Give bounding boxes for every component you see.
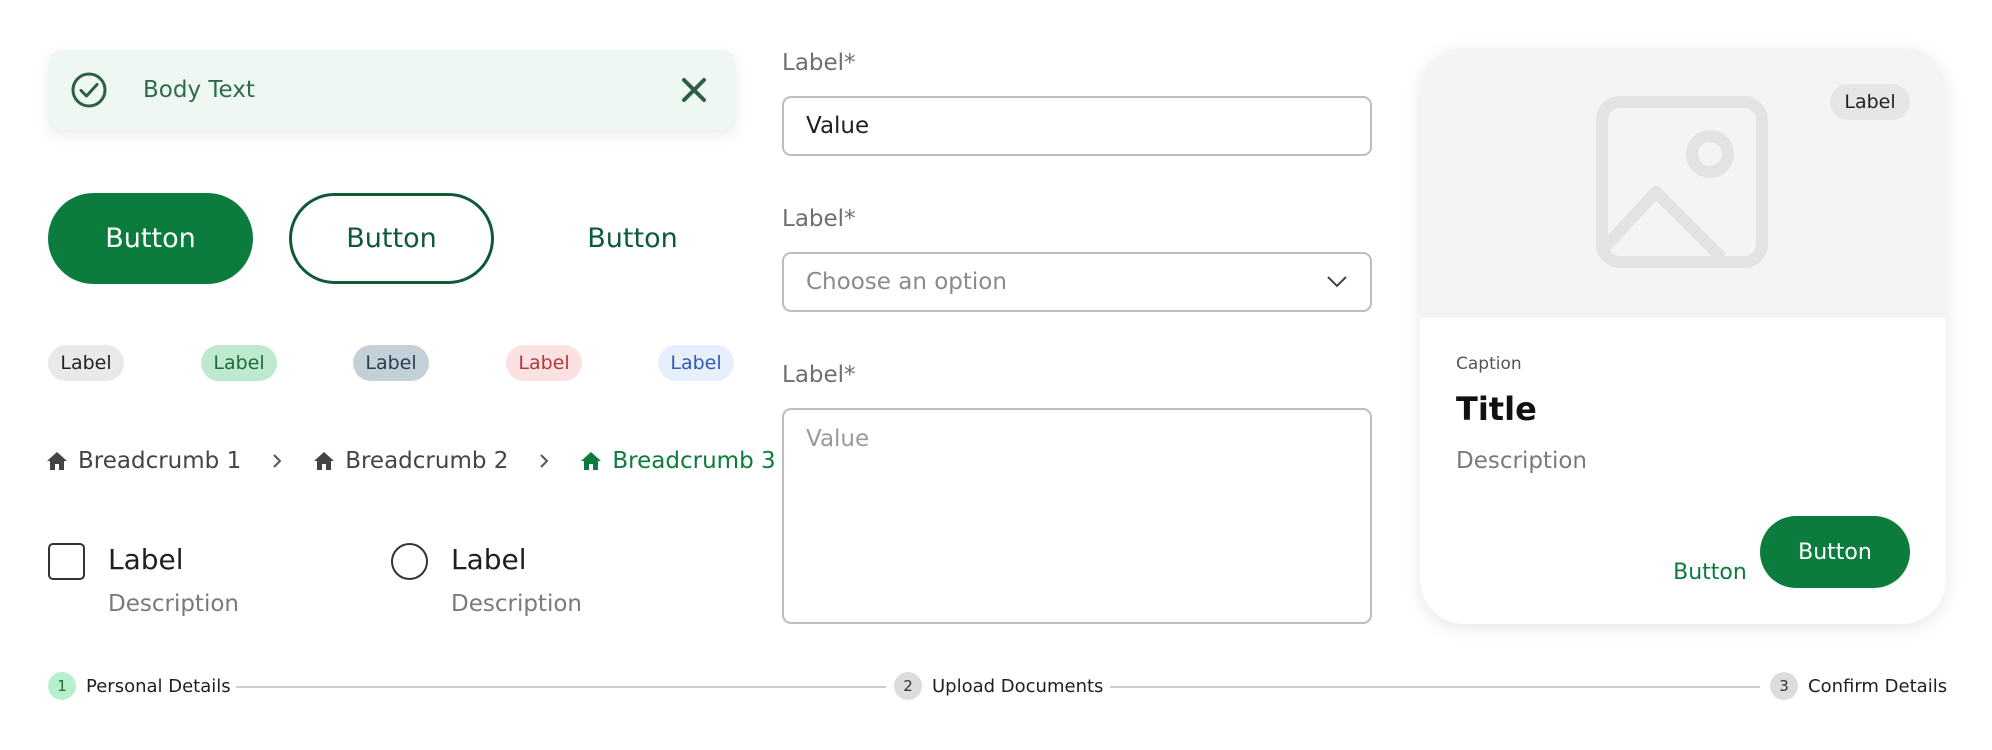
check-circle-icon — [71, 72, 107, 108]
step-connector — [1110, 686, 1760, 688]
select-placeholder: Choose an option — [806, 269, 1007, 295]
image-placeholder-icon — [1596, 96, 1768, 268]
step-number: 2 — [894, 672, 922, 700]
card-primary-button[interactable]: Button — [1760, 516, 1910, 588]
text-field[interactable]: Value — [782, 96, 1372, 156]
tag-info-gray: Label — [353, 345, 429, 381]
breadcrumb: Breadcrumb 1 Breadcrumb 2 Breadcrumb 3 — [46, 446, 776, 476]
home-icon — [47, 452, 67, 470]
chevron-down-icon — [1327, 276, 1347, 288]
breadcrumb-item-1[interactable]: Breadcrumb 1 — [46, 448, 241, 474]
primary-button[interactable]: Button — [48, 193, 253, 284]
textarea-label: Label* — [782, 362, 856, 388]
step-number: 3 — [1770, 672, 1798, 700]
progress-stepper: 1 Personal Details 2 Upload Documents 3 … — [48, 672, 1947, 702]
success-toast: Body Text — [48, 50, 736, 130]
checkbox-description: Description — [108, 591, 239, 617]
radio-label: Label — [451, 543, 527, 576]
select-field-label: Label* — [782, 206, 856, 232]
chevron-right-icon — [273, 454, 282, 468]
toast-message: Body Text — [143, 77, 255, 103]
step-upload-documents[interactable]: 2 Upload Documents — [894, 672, 1103, 700]
chevron-right-icon — [540, 454, 549, 468]
close-icon[interactable] — [678, 74, 710, 106]
breadcrumb-item-2[interactable]: Breadcrumb 2 — [313, 448, 508, 474]
tag-success: Label — [201, 345, 277, 381]
home-icon — [581, 452, 602, 470]
textarea-field[interactable]: Value — [782, 408, 1372, 624]
radio-button[interactable] — [391, 543, 428, 580]
card-description: Description — [1456, 448, 1587, 474]
tag-info-blue: Label — [658, 345, 734, 381]
step-personal-details[interactable]: 1 Personal Details — [48, 672, 231, 700]
text-field-value: Value — [806, 113, 870, 139]
breadcrumb-label: Breadcrumb 3 — [612, 448, 776, 474]
checkbox-label: Label — [108, 543, 184, 576]
text-button[interactable]: Button — [530, 193, 735, 284]
tag-error: Label — [506, 345, 582, 381]
step-label: Confirm Details — [1808, 675, 1948, 697]
card-tag: Label — [1830, 84, 1910, 120]
step-label: Upload Documents — [932, 675, 1104, 697]
card-media: Label — [1420, 48, 1946, 318]
breadcrumb-label: Breadcrumb 1 — [78, 448, 242, 474]
home-icon — [314, 452, 335, 470]
breadcrumb-item-3[interactable]: Breadcrumb 3 — [580, 448, 776, 474]
text-field-label: Label* — [782, 50, 856, 76]
breadcrumb-label: Breadcrumb 2 — [345, 448, 509, 474]
select-field[interactable]: Choose an option — [782, 252, 1372, 312]
card-title: Title — [1456, 390, 1537, 428]
card-secondary-button[interactable]: Button — [1640, 536, 1780, 608]
radio-description: Description — [451, 591, 582, 617]
step-label: Personal Details — [86, 675, 231, 697]
textarea-placeholder: Value — [806, 426, 870, 452]
outline-button[interactable]: Button — [289, 193, 494, 284]
checkbox[interactable] — [48, 543, 85, 580]
content-card: Label Caption Title Description Button B… — [1420, 48, 1946, 624]
step-confirm-details[interactable]: 3 Confirm Details — [1770, 672, 1947, 700]
step-connector — [236, 686, 886, 688]
card-caption: Caption — [1456, 354, 1522, 374]
step-number: 1 — [48, 672, 76, 700]
tag-neutral: Label — [48, 345, 124, 381]
